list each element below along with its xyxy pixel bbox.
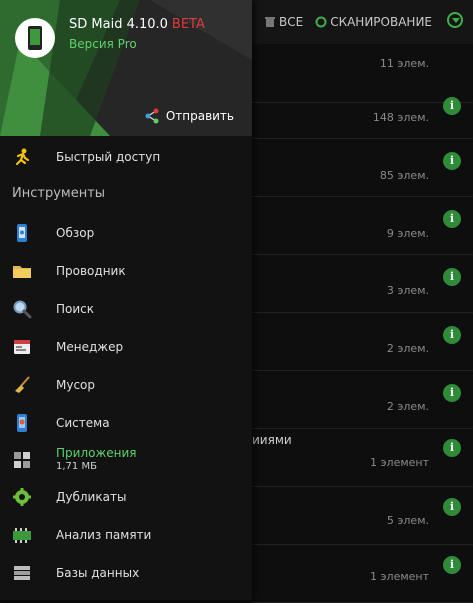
list-item[interactable]: 2 элем. i (252, 312, 473, 371)
nav-label: Быстрый доступ (56, 150, 161, 164)
nav-label: Поиск (56, 302, 95, 316)
item-count: 85 элем. (379, 169, 429, 182)
beta-badge: BETA (171, 17, 205, 32)
item-count: 2 элем. (386, 400, 429, 413)
app-logo-icon (15, 18, 55, 58)
nav-label: Дубликаты (56, 490, 127, 504)
system-icon (12, 413, 32, 433)
manager-icon (12, 337, 32, 357)
list-item[interactable]: 148 элем. i (252, 80, 473, 139)
trash-icon (265, 17, 275, 27)
info-icon[interactable]: i (443, 97, 461, 115)
item-count: 3 элем. (386, 284, 429, 297)
scan-button[interactable]: СКАНИРОВАНИЕ (315, 15, 432, 29)
app-name: SD Maid 4.10.0 (69, 17, 168, 32)
database-icon (12, 563, 32, 583)
nav-item-memory-analysis[interactable]: Анализ памяти (0, 518, 252, 552)
info-icon[interactable]: i (443, 326, 461, 344)
search-icon (12, 299, 32, 319)
share-icon (145, 108, 159, 124)
item-count: 9 элем. (386, 227, 429, 240)
list-item[interactable]: 2 элем. i (252, 370, 473, 429)
item-count: 1 элемент (370, 570, 429, 583)
nav-label: Анализ памяти (56, 528, 152, 542)
folder-icon (12, 261, 32, 281)
info-icon[interactable]: i (443, 439, 461, 457)
toolbar: ВСЕ СКАНИРОВАНИЕ (252, 0, 473, 44)
navigation-drawer: SD Maid 4.10.0 BETA Версия Pro Отправить … (0, 0, 252, 600)
info-icon[interactable]: i (443, 268, 461, 286)
nav-item-explorer[interactable]: Проводник (0, 254, 252, 288)
list-item[interactable]: 3 элем. i (252, 254, 473, 313)
item-count: 148 элем. (372, 111, 429, 124)
runner-icon (12, 147, 32, 167)
select-all-label: ВСЕ (279, 15, 304, 29)
apps-icon (12, 450, 32, 470)
list-item[interactable]: 9 элем. i (252, 196, 473, 255)
share-label: Отправить (165, 109, 234, 123)
refresh-icon (315, 16, 327, 28)
nav-label: Приложения (56, 446, 137, 460)
nav-label: Базы данных (56, 566, 140, 580)
version-label: Версия Pro (69, 37, 137, 51)
list-item[interactable]: 1 элемент i (252, 544, 473, 603)
scan-label: СКАНИРОВАНИЕ (330, 15, 433, 29)
nav-label: Менеджер (56, 340, 124, 354)
nav-item-search[interactable]: Поиск (0, 292, 252, 326)
app-title: SD Maid 4.10.0 BETA (69, 17, 205, 32)
item-count: 2 элем. (386, 342, 429, 355)
nav-item-databases[interactable]: Базы данных (0, 556, 252, 590)
nav-label: Обзор (56, 226, 95, 240)
info-icon[interactable]: i (443, 384, 461, 402)
item-count: 5 элем. (386, 514, 429, 527)
broom-icon (12, 375, 32, 395)
list-item[interactable]: ииями 1 элемент i (252, 428, 473, 487)
memory-analysis-icon (12, 525, 32, 545)
drawer-header: SD Maid 4.10.0 BETA Версия Pro Отправить (0, 0, 252, 136)
nav-item-junk[interactable]: Мусор (0, 368, 252, 402)
section-title-tools: Инструменты (12, 186, 106, 201)
info-icon[interactable]: i (443, 210, 461, 228)
item-count: 11 элем. (379, 57, 429, 70)
list-item[interactable]: 85 элем. i (252, 138, 473, 197)
item-label: ииями (252, 433, 292, 447)
nav-item-overview[interactable]: Обзор (0, 216, 252, 250)
duplicates-icon (12, 487, 32, 507)
info-icon[interactable]: i (443, 152, 461, 170)
nav-label: Проводник (56, 264, 126, 278)
overview-icon (12, 223, 32, 243)
nav-item-quick-access[interactable]: Быстрый доступ (0, 140, 252, 174)
nav-item-system[interactable]: Система (0, 406, 252, 440)
list-item[interactable]: 5 элем. i (252, 486, 473, 545)
nav-sublabel: 1,71 МБ (56, 461, 97, 472)
nav-item-duplicates[interactable]: Дубликаты (0, 480, 252, 514)
nav-label: Мусор (56, 378, 96, 392)
share-button[interactable]: Отправить (144, 108, 234, 124)
overflow-menu-icon[interactable] (447, 12, 463, 28)
item-count: 1 элемент (370, 456, 429, 469)
select-all-button[interactable]: ВСЕ (264, 15, 303, 29)
nav-item-apps[interactable]: Приложения 1,71 МБ (0, 442, 252, 478)
info-icon[interactable]: i (443, 556, 461, 574)
info-icon[interactable]: i (443, 498, 461, 516)
nav-label: Система (56, 416, 110, 430)
nav-item-manager[interactable]: Менеджер (0, 330, 252, 364)
